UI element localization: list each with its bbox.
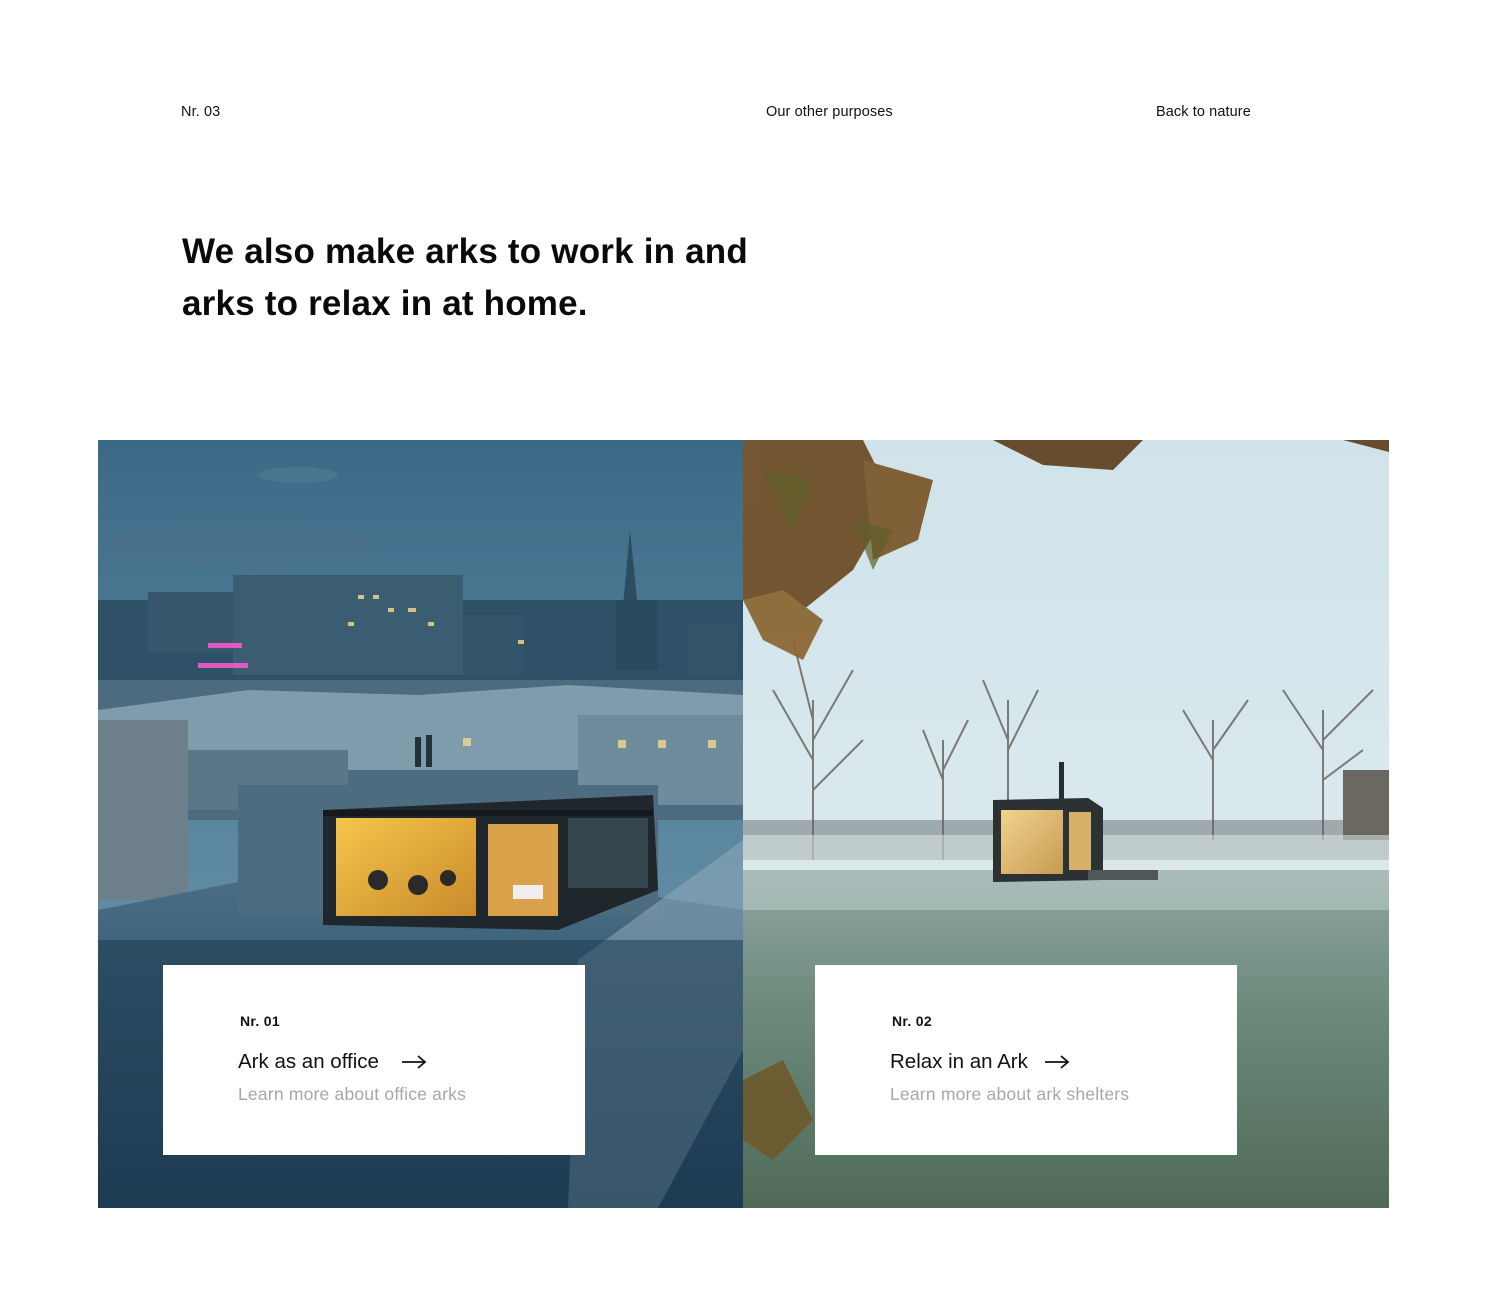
- card-title-text: Ark as an office: [238, 1050, 379, 1073]
- office-ark-card[interactable]: Nr. 01 Ark as an office Learn more about…: [163, 965, 585, 1155]
- card-number: Nr. 01: [240, 1013, 280, 1029]
- headline-line-1: We also make arks to work in and: [182, 232, 748, 271]
- card-number: Nr. 02: [892, 1013, 932, 1029]
- card-title[interactable]: Relax in an Ark: [890, 1050, 1070, 1074]
- card-subtitle[interactable]: Learn more about office arks: [238, 1084, 466, 1105]
- card-title[interactable]: Ark as an office: [238, 1050, 427, 1074]
- headline-line-2: arks to relax in at home.: [182, 284, 588, 323]
- arrow-right-icon[interactable]: [1044, 1055, 1070, 1069]
- relax-ark-card[interactable]: Nr. 02 Relax in an Ark Learn more about …: [815, 965, 1237, 1155]
- arrow-right-icon[interactable]: [401, 1055, 427, 1069]
- card-title-text: Relax in an Ark: [890, 1050, 1028, 1073]
- other-purposes-link[interactable]: Our other purposes: [766, 104, 893, 120]
- page: Nr. 03 Our other purposes Back to nature…: [0, 0, 1500, 1296]
- card-subtitle[interactable]: Learn more about ark shelters: [890, 1084, 1129, 1105]
- office-ark-panel[interactable]: Nr. 01 Ark as an office Learn more about…: [98, 440, 743, 1208]
- section-number: Nr. 03: [181, 104, 221, 120]
- back-to-nature-link[interactable]: Back to nature: [1156, 104, 1251, 120]
- page-headline: We also make arks to work in and arks to…: [182, 226, 802, 330]
- relax-ark-panel[interactable]: Nr. 02 Relax in an Ark Learn more about …: [743, 440, 1389, 1208]
